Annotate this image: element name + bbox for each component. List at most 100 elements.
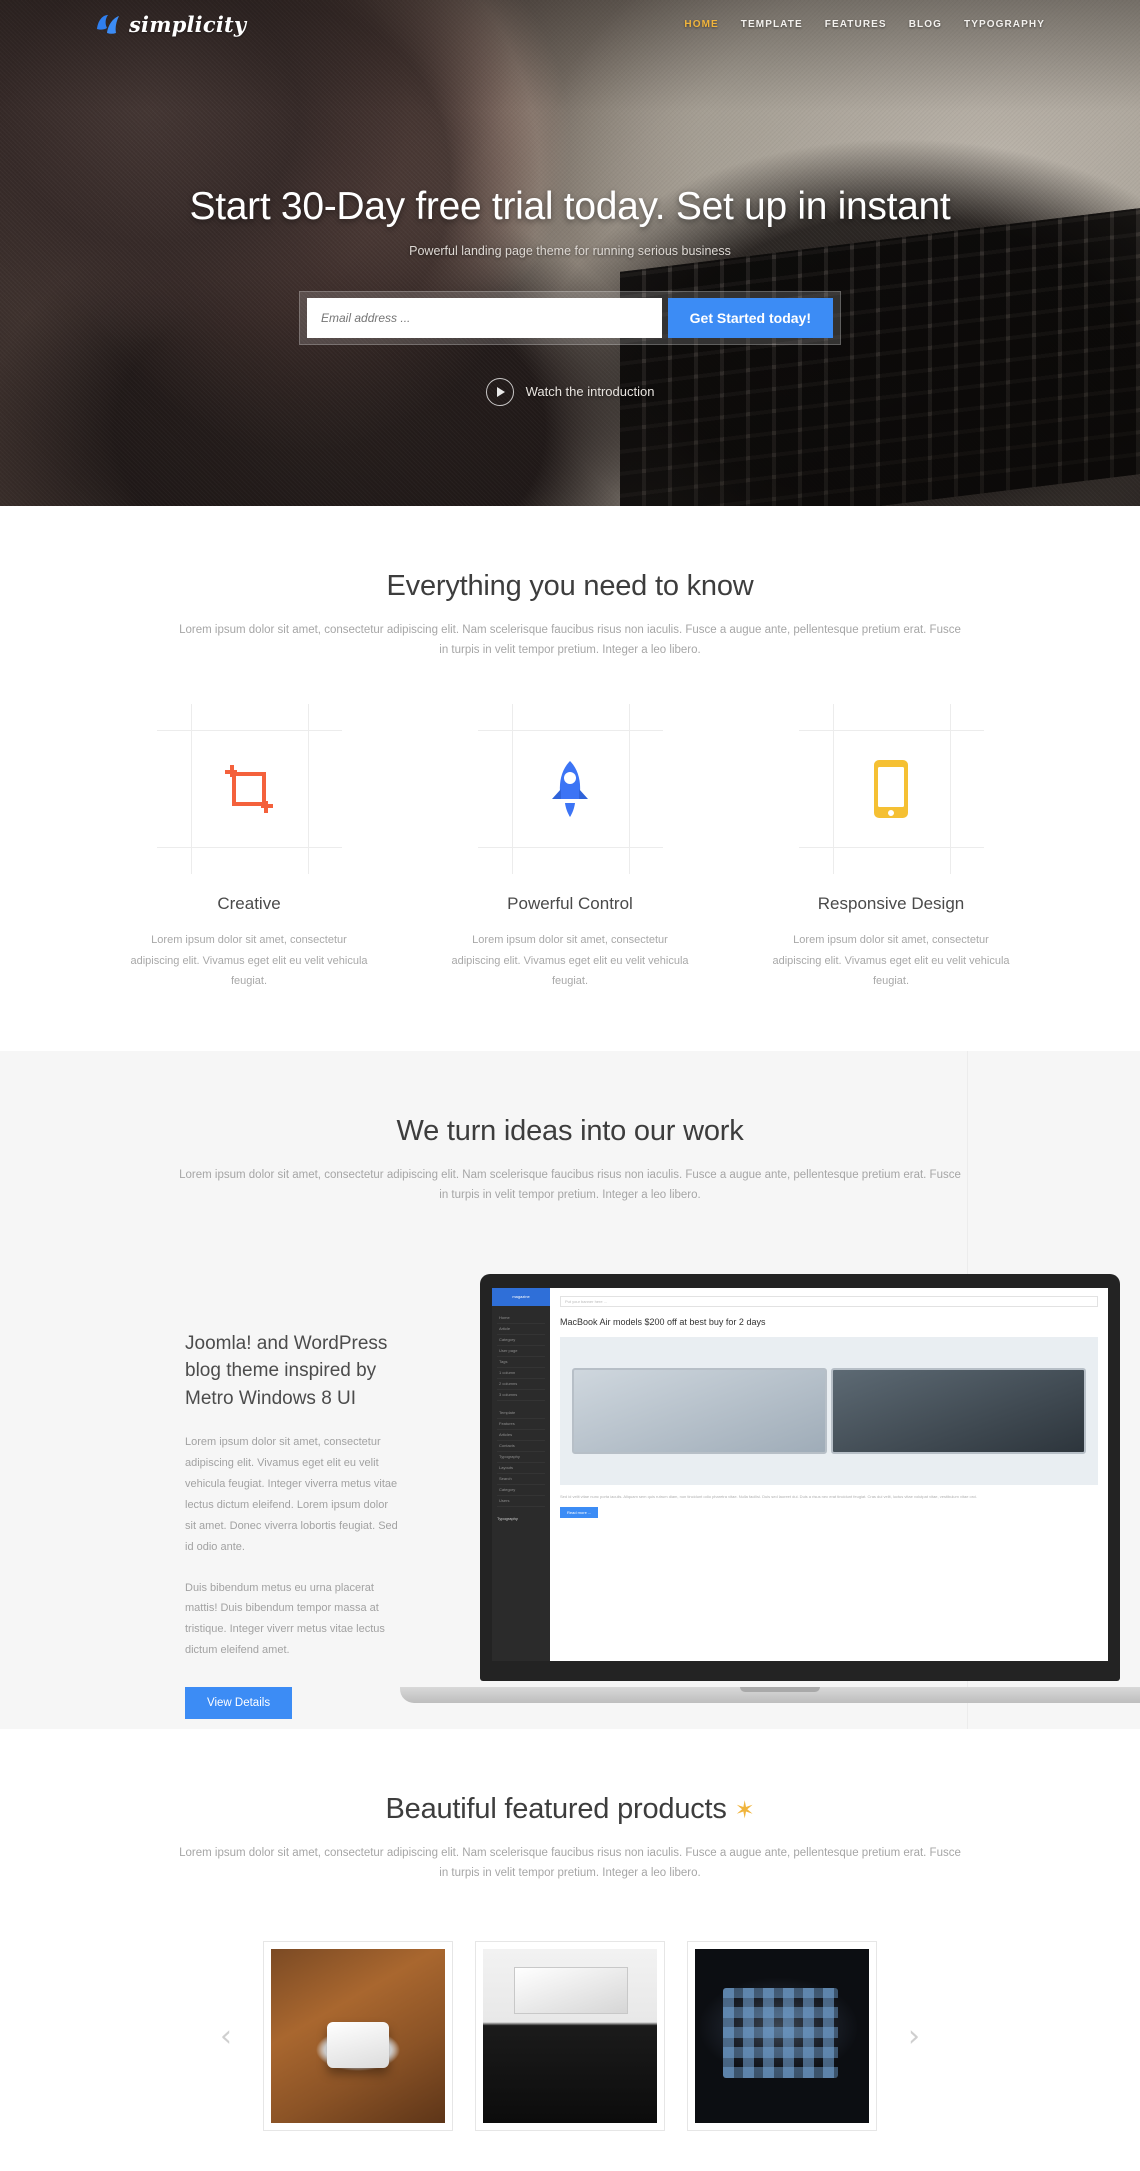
feature-card-powerful-control: Powerful Control Lorem ipsum dolor sit a… bbox=[443, 704, 698, 991]
laptop-base bbox=[400, 1686, 1140, 1703]
portfolio-description: Lorem ipsum dolor sit amet, consectetur … bbox=[179, 1169, 961, 1202]
mock-headline: MacBook Air models $200 off at best buy … bbox=[560, 1316, 766, 1327]
laptop-lid: magazine Home Article Category User page… bbox=[480, 1273, 1120, 1681]
view-details-button[interactable]: View Details bbox=[185, 1687, 293, 1720]
get-started-button[interactable]: Get Started today! bbox=[667, 297, 833, 338]
products-header: Beautiful featured products ✶ Lorem ipsu… bbox=[0, 1729, 1140, 1883]
wireless-router-product-image bbox=[271, 1949, 445, 2124]
mock-nav-item[interactable]: Typography bbox=[497, 1452, 545, 1463]
products-title: Beautiful featured products ✶ bbox=[0, 1793, 1140, 1826]
mock-main-content: Put your banner here ... MacBook Air mod… bbox=[550, 1288, 1108, 1661]
mock-read-more-button[interactable]: Read more ... bbox=[560, 1507, 599, 1519]
nav-item-home[interactable]: HOME bbox=[684, 19, 718, 30]
email-input[interactable] bbox=[307, 297, 662, 338]
portfolio-content: Joomla! and WordPress blog theme inspire… bbox=[0, 1206, 1140, 1720]
mock-nav-item[interactable]: Category bbox=[497, 1485, 545, 1496]
portfolio-section: We turn ideas into our work Lorem ipsum … bbox=[0, 1051, 1140, 1730]
mock-nav-item[interactable]: Articles bbox=[497, 1430, 545, 1441]
portfolio-item-paragraph-1: Lorem ipsum dolor sit amet, consectetur … bbox=[185, 1436, 398, 1553]
mock-nav-item[interactable]: Contacts bbox=[497, 1441, 545, 1452]
landing-page: simplicity HOME TEMPLATE FEATURES BLOG T… bbox=[0, 0, 1140, 2171]
mock-nav-item[interactable]: 3 columns bbox=[497, 1390, 545, 1401]
mock-sidebar-nav-secondary: Template Features Articles Contacts Typo… bbox=[497, 1408, 545, 1507]
mobile-phone-icon bbox=[799, 758, 984, 820]
feature-card-title: Creative bbox=[217, 894, 281, 914]
mock-laptop-image-dark bbox=[831, 1367, 1086, 1454]
mock-nav-item[interactable]: User page bbox=[497, 1346, 545, 1357]
play-icon bbox=[485, 377, 514, 406]
feature-card-responsive-design: Responsive Design Lorem ipsum dolor sit … bbox=[764, 704, 1019, 991]
portfolio-item-title: Joomla! and WordPress blog theme inspire… bbox=[185, 1332, 388, 1409]
rocket-icon bbox=[478, 759, 663, 819]
simplicity-leaf-mark-icon bbox=[95, 13, 121, 35]
feature-card-text: Lorem ipsum dolor sit amet, consectetur … bbox=[130, 934, 368, 987]
mock-article-image bbox=[560, 1336, 1098, 1485]
hero-headline: Start 30-Day free trial today. Set up in… bbox=[189, 185, 951, 228]
portfolio-item-paragraph-2: Duis bibendum metus eu urna placerat mat… bbox=[185, 1581, 385, 1657]
site-logo[interactable]: simplicity bbox=[95, 12, 246, 37]
chevron-left-icon[interactable]: ‹ bbox=[211, 2019, 241, 2054]
mock-laptop-image-light bbox=[572, 1367, 827, 1454]
products-carousel: ‹ › bbox=[0, 1883, 1140, 2132]
mock-nav-item[interactable]: Layouts bbox=[497, 1463, 545, 1474]
nav-item-typography[interactable]: TYPOGRAPHY bbox=[964, 19, 1045, 30]
mock-nav-item[interactable]: Category bbox=[497, 1335, 545, 1346]
feature-card-text: Lorem ipsum dolor sit amet, consectetur … bbox=[772, 934, 1010, 987]
feature-card-text: Lorem ipsum dolor sit amet, consectetur … bbox=[451, 934, 689, 987]
top-navigation-bar: simplicity HOME TEMPLATE FEATURES BLOG T… bbox=[0, 0, 1140, 48]
feature-icon-frame bbox=[477, 704, 663, 875]
portfolio-title: We turn ideas into our work bbox=[396, 1115, 744, 1148]
mock-nav-item[interactable]: 1 column bbox=[497, 1368, 545, 1379]
mock-sidebar: magazine Home Article Category User page… bbox=[492, 1287, 550, 1661]
portfolio-mockup-column: magazine Home Article Category User page… bbox=[400, 1264, 1140, 1720]
features-title: Everything you need to know bbox=[386, 570, 754, 602]
mock-nav-item[interactable]: Template bbox=[497, 1408, 545, 1419]
mock-nav-item[interactable]: Tags bbox=[497, 1357, 545, 1368]
mock-sidebar-nav: Home Article Category User page Tags 1 c… bbox=[497, 1313, 545, 1401]
signup-form: Get Started today! bbox=[299, 290, 841, 345]
features-description: Lorem ipsum dolor sit amet, consectetur … bbox=[179, 624, 961, 657]
feature-card-creative: Creative Lorem ipsum dolor sit amet, con… bbox=[122, 704, 377, 991]
laptop-screen: magazine Home Article Category User page… bbox=[492, 1287, 1108, 1661]
products-section: Beautiful featured products ✶ Lorem ipsu… bbox=[0, 1729, 1140, 2171]
nav-item-template[interactable]: TEMPLATE bbox=[741, 19, 803, 30]
crop-tool-icon bbox=[157, 761, 342, 817]
carousel-slide-2[interactable] bbox=[475, 1941, 665, 2132]
star-icon: ✶ bbox=[734, 1797, 755, 1825]
mock-body-text: Sed id velit vitae nunc porta iaculis. A… bbox=[560, 1493, 978, 1499]
mock-nav-item[interactable]: 2 columns bbox=[497, 1379, 545, 1390]
feature-icon-frame bbox=[798, 704, 984, 875]
features-header: Everything you need to know Lorem ipsum … bbox=[0, 506, 1140, 660]
feature-card-title: Powerful Control bbox=[507, 894, 633, 914]
feature-icon-frame bbox=[156, 704, 342, 875]
watch-intro-link[interactable]: Watch the introduction bbox=[0, 377, 1140, 406]
watch-intro-label: Watch the introduction bbox=[525, 384, 655, 400]
hero-section: simplicity HOME TEMPLATE FEATURES BLOG T… bbox=[0, 0, 1140, 506]
feature-card-list: Creative Lorem ipsum dolor sit amet, con… bbox=[0, 660, 1140, 991]
feature-card-title: Responsive Design bbox=[817, 894, 965, 914]
main-nav: HOME TEMPLATE FEATURES BLOG TYPOGRAPHY bbox=[684, 19, 1045, 30]
mock-brand: magazine bbox=[492, 1287, 550, 1306]
nav-item-features[interactable]: FEATURES bbox=[825, 19, 887, 30]
mock-nav-item[interactable]: Users bbox=[497, 1496, 545, 1507]
products-title-text: Beautiful featured products bbox=[385, 1793, 727, 1826]
mock-nav-item[interactable]: Features bbox=[497, 1419, 545, 1430]
mock-nav-section-label: Typography bbox=[497, 1515, 518, 1521]
imac-desktop-product-image bbox=[483, 1949, 657, 2124]
hero-subheadline: Powerful landing page theme for running … bbox=[409, 243, 731, 258]
hero-content: Start 30-Day free trial today. Set up in… bbox=[0, 48, 1140, 406]
mock-banner-placeholder[interactable]: Put your banner here ... bbox=[560, 1295, 1098, 1307]
mock-nav-item[interactable]: Home bbox=[497, 1313, 545, 1324]
site-logo-text: simplicity bbox=[129, 11, 247, 37]
portfolio-text-column: Joomla! and WordPress blog theme inspire… bbox=[0, 1264, 400, 1720]
products-description: Lorem ipsum dolor sit amet, consectetur … bbox=[179, 1847, 961, 1880]
portfolio-header: We turn ideas into our work Lorem ipsum … bbox=[0, 1051, 1140, 1205]
mock-nav-item[interactable]: Search bbox=[497, 1474, 545, 1485]
mock-nav-item[interactable]: Article bbox=[497, 1324, 545, 1335]
chevron-right-icon[interactable]: › bbox=[899, 2019, 929, 2054]
carousel-slide-1[interactable] bbox=[263, 1941, 453, 2132]
smartphone-product-image bbox=[695, 1949, 869, 2124]
carousel-slide-3[interactable] bbox=[687, 1941, 877, 2132]
nav-item-blog[interactable]: BLOG bbox=[909, 19, 942, 30]
features-section: Everything you need to know Lorem ipsum … bbox=[0, 506, 1140, 1052]
